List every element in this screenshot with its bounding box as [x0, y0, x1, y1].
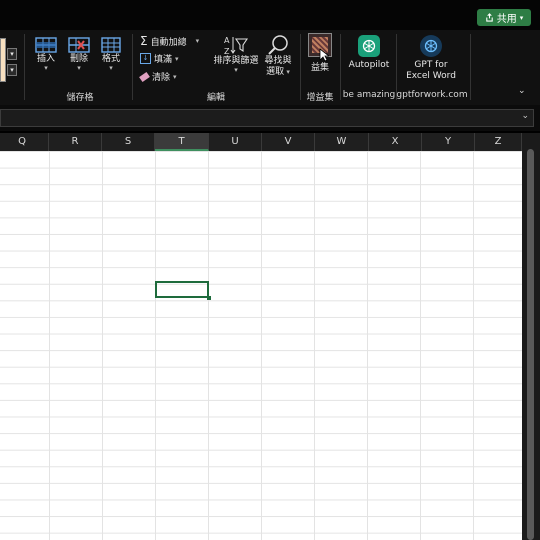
formula-bar-row: ⌄ [0, 105, 540, 131]
clear-label: 清除 [152, 73, 171, 83]
svg-text:Z: Z [224, 47, 230, 56]
chevron-down-icon: ▾ [44, 64, 48, 72]
column-header[interactable]: X [369, 133, 422, 151]
sort-filter-button[interactable]: A Z 排序與篩選 ▾ [212, 34, 260, 74]
column-header[interactable]: Z [475, 133, 522, 151]
column-header[interactable]: R [49, 133, 102, 151]
chevron-down-icon: ▾ [173, 72, 177, 81]
autosum-button[interactable]: Σ 自動加總 ▾ [140, 34, 199, 48]
sort-filter-icon: A Z [224, 36, 249, 56]
eraser-icon [139, 71, 150, 82]
column-header[interactable]: W [315, 133, 369, 151]
search-icon [268, 35, 288, 55]
column-header[interactable]: Q [0, 133, 49, 151]
column-header[interactable]: U [209, 133, 262, 151]
fill-label: 填滿 [154, 55, 173, 65]
formula-bar-input[interactable]: ⌄ [0, 109, 534, 127]
share-button[interactable]: 共用 ▾ [477, 9, 531, 26]
column-header-selected[interactable]: T [155, 133, 209, 151]
addins-group-label: 增益集 [306, 93, 334, 103]
column-headers: Q R S T U V W X Y Z [0, 133, 522, 152]
gpt-group-label: gptforwork.com [396, 90, 468, 100]
format-cells-icon [101, 37, 121, 53]
cells-group-label: 儲存格 [66, 93, 94, 103]
cursor-icon [319, 48, 329, 62]
find-select-label-2: 選取 ▾ [266, 67, 290, 77]
chevron-down-icon: ▾ [234, 66, 238, 74]
gpt-label-2: Excel Word [406, 71, 456, 81]
addins-icon [308, 33, 332, 62]
insert-button[interactable]: 插入 ▾ [33, 36, 59, 72]
gpt-icon [420, 35, 442, 57]
find-select-label-1: 尋找與 [264, 56, 292, 66]
chevron-down-icon: ▾ [175, 54, 179, 63]
format-button[interactable]: 格式 ▾ [98, 36, 124, 72]
autopilot-button[interactable]: Autopilot [344, 35, 394, 71]
ribbon: ▾ ▾ 插入 ▾ 刪除 ▾ 格式 ▾ 儲存格 Σ 自動加總 ▾ ↓ 填滿 ▾ 清… [0, 30, 540, 105]
autopilot-icon [358, 35, 380, 57]
sigma-icon: Σ [140, 34, 148, 48]
share-icon [485, 13, 493, 22]
fill-handle[interactable] [207, 296, 211, 300]
active-cell[interactable] [155, 281, 209, 298]
find-select-button[interactable]: 尋找與 選取 ▾ [260, 34, 296, 78]
chevron-down-icon: ▾ [195, 37, 200, 45]
delete-cells-icon [68, 37, 90, 53]
cell-grid[interactable] [0, 151, 522, 540]
chevron-down-icon: ▾ [109, 64, 113, 72]
share-label: 共用 [496, 14, 517, 25]
column-header[interactable]: Y [422, 133, 475, 151]
ribbon-collapse-icon[interactable]: ⌄ [518, 86, 526, 96]
editing-group-label: 編輯 [206, 93, 225, 103]
clear-button[interactable]: 清除 ▾ [139, 70, 177, 83]
vertical-scrollbar[interactable] [522, 133, 540, 540]
scrollbar-thumb[interactable] [527, 149, 534, 540]
fill-button[interactable]: ↓ 填滿 ▾ [140, 52, 179, 65]
chevron-down-icon: ▾ [519, 13, 524, 22]
insert-cells-icon [35, 37, 57, 53]
gpt-label-1: GPT for [414, 60, 448, 70]
autopilot-label: Autopilot [348, 60, 390, 70]
svg-text:A: A [224, 36, 230, 45]
fill-down-icon: ↓ [140, 53, 151, 64]
autosum-label: 自動加總 [150, 37, 187, 48]
autopilot-group-label: be amazing [342, 90, 396, 100]
addins-button-label: 益集 [310, 63, 329, 73]
delete-button[interactable]: 刪除 ▾ [66, 36, 92, 72]
column-header[interactable]: S [102, 133, 155, 151]
chevron-down-icon: ▾ [77, 64, 81, 72]
previous-group-clipped: ▾ ▾ [0, 38, 17, 84]
gpt-excel-word-button[interactable]: GPT for Excel Word [400, 35, 462, 82]
addins-button[interactable]: 益集 [305, 33, 335, 74]
expand-formula-icon[interactable]: ⌄ [521, 111, 529, 121]
title-bar: 共用 ▾ [0, 0, 540, 30]
column-header[interactable]: V [262, 133, 315, 151]
